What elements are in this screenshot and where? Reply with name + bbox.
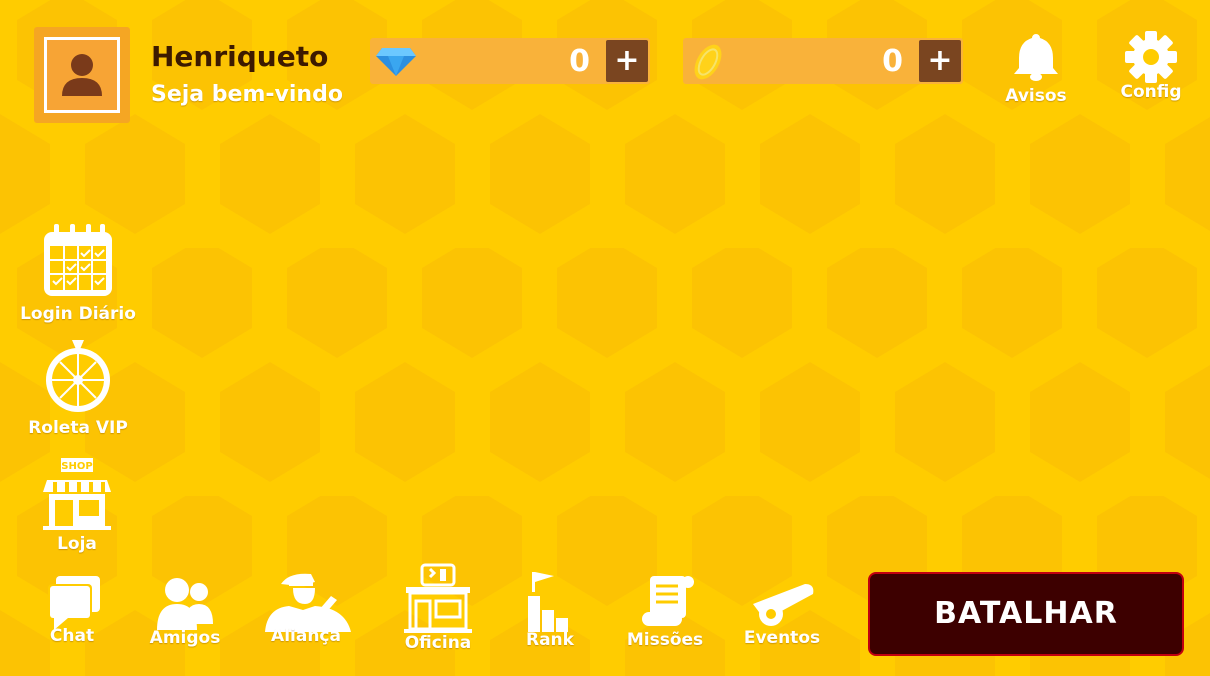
add-gems-button[interactable]: +	[606, 40, 648, 82]
shop-sign-text: SHOP	[61, 461, 92, 472]
diamond-icon	[376, 48, 416, 76]
avatar[interactable]	[34, 27, 130, 123]
nav-workshop-label: Oficina	[404, 633, 472, 653]
user-icon	[62, 54, 102, 96]
avatar-frame	[44, 37, 120, 113]
notices-button[interactable]: Avisos	[1000, 32, 1072, 106]
nav-workshop[interactable]: Oficina	[400, 563, 476, 653]
cannon-icon	[753, 584, 814, 626]
shop-button[interactable]: SHOP Loja	[32, 458, 122, 554]
coins-bar: 0 +	[683, 38, 963, 84]
nav-chat[interactable]: Chat	[40, 574, 104, 646]
welcome-text: Seja bem-vindo	[151, 82, 343, 107]
rank-icon	[528, 572, 568, 632]
nav-events[interactable]: Eventos	[742, 580, 822, 648]
shop-icon: SHOP	[43, 458, 111, 530]
settings-button[interactable]: Config	[1115, 30, 1187, 102]
nav-friends-label: Amigos	[149, 628, 221, 648]
notices-label: Avisos	[1005, 86, 1067, 106]
nav-missions-label: Missões	[626, 630, 704, 650]
gear-icon	[1125, 31, 1177, 83]
nav-friends[interactable]: Amigos	[148, 574, 222, 648]
nav-missions[interactable]: Missões	[624, 572, 706, 650]
salute-soldier-icon	[265, 573, 351, 632]
vip-wheel-label: Roleta VIP	[28, 418, 128, 438]
nav-alliance[interactable]: Aliança	[258, 570, 354, 646]
shop-label: Loja	[57, 534, 97, 554]
scroll-icon	[642, 576, 694, 626]
battle-button[interactable]: BATALHAR	[868, 572, 1184, 656]
calendar-icon	[44, 224, 112, 296]
nav-rank-label: Rank	[526, 630, 574, 650]
workshop-icon	[404, 563, 472, 633]
coins-value: 0	[882, 44, 903, 79]
nav-events-label: Eventos	[743, 628, 821, 648]
wheel-icon	[46, 340, 110, 412]
friends-icon	[157, 578, 213, 630]
player-name: Henriqueto	[151, 40, 329, 73]
settings-label: Config	[1120, 82, 1182, 102]
daily-login-label: Login Diário	[20, 304, 136, 324]
add-coins-button[interactable]: +	[919, 40, 961, 82]
gems-value: 0	[569, 44, 590, 79]
daily-login-button[interactable]: Login Diário	[14, 224, 142, 324]
chat-icon	[48, 576, 100, 630]
nav-alliance-label: Aliança	[271, 626, 341, 646]
bell-icon	[1014, 34, 1058, 81]
coin-icon	[694, 44, 722, 80]
vip-wheel-button[interactable]: Roleta VIP	[20, 340, 136, 438]
gems-bar: 0 +	[370, 38, 650, 84]
nav-rank[interactable]: Rank	[520, 570, 580, 650]
